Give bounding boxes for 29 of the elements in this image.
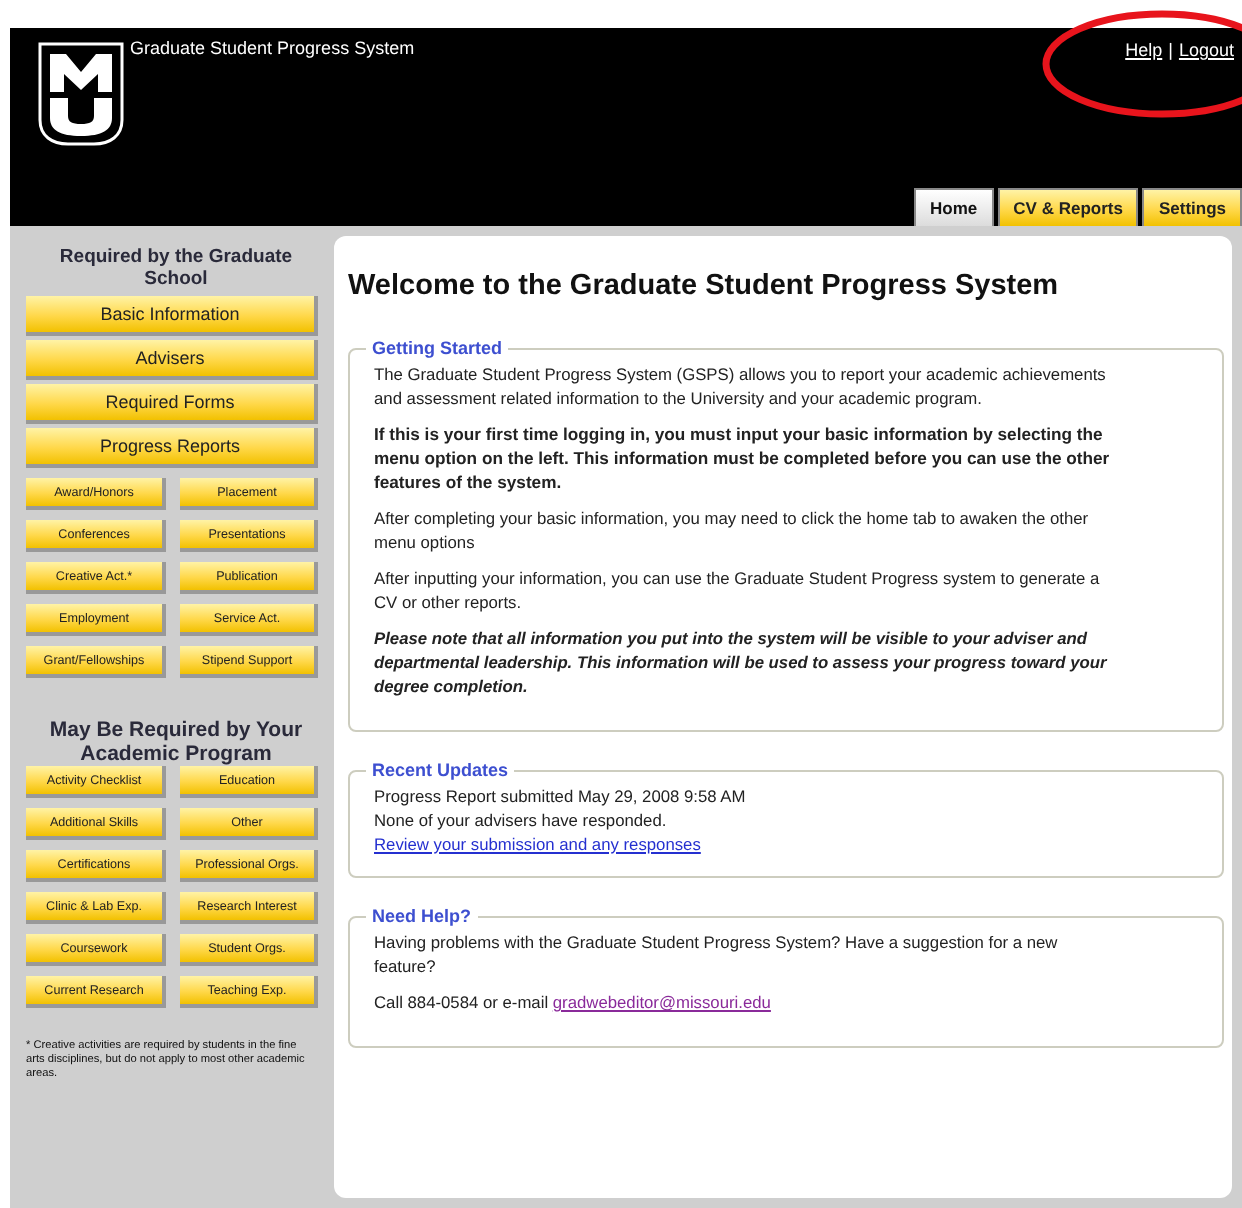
menu-button[interactable]: Advisers [26, 340, 318, 380]
paragraph: If this is your first time logging in, you must input your basic information by selecting the menu option on the left. This information must be completed before you can use the other features of the system. [374, 422, 1112, 494]
logout-link[interactable]: Logout [1178, 40, 1234, 60]
nav-tab[interactable]: Settings [1142, 188, 1242, 226]
paragraph: The Graduate Student Progress System (GSPS) allows you to report your academic achievements and assessment related information to the University and your academic program. [374, 362, 1108, 410]
section-heading: May Be Required by Your Academic Program [47, 718, 305, 766]
paragraph: Please note that all information you put into the system will be visible to your adviser and departmental leadership. This information will be used to assess your progress toward your degree completion. [374, 626, 1110, 698]
panel-title: Recent Updates [370, 760, 511, 780]
nav-tab[interactable]: Home [914, 188, 994, 226]
panel-title: Need Help? [370, 906, 474, 926]
review-link[interactable]: Review your submission and any responses [374, 834, 701, 854]
contact-text: Call 884-0584 or e-mail [374, 992, 549, 1012]
paragraph: After completing your basic information, you may need to click the home tab to awaken the other menu options [374, 506, 1091, 554]
nav-tab[interactable]: CV & Reports [997, 188, 1139, 226]
email-link[interactable]: gradwebeditor@missouri.edu [552, 992, 771, 1012]
update-text: None of your advisers have responded. [374, 808, 669, 832]
page-heading: Welcome to the Graduate Student Progress System [348, 270, 1059, 302]
panel-title: Getting Started [370, 338, 505, 358]
separator: | [1168, 40, 1173, 60]
menu-button[interactable]: Basic Information [26, 296, 318, 336]
help-link[interactable]: Help [1125, 40, 1163, 60]
section-heading: Required by the Graduate School [57, 246, 295, 290]
menu-button[interactable]: Required Forms [26, 384, 318, 424]
paragraph: After inputting your information, you can use the Graduate Student Progress system to generate a CV or other reports. [374, 566, 1102, 614]
paragraph: Having problems with the Graduate Student Progress System? Have a suggestion for a new feature? [374, 930, 1060, 978]
university-logo [34, 40, 128, 148]
app-title: Graduate Student Progress System [130, 38, 415, 58]
update-text: Progress Report submitted May 29, 2008 9:58 AM [374, 784, 748, 808]
menu-button[interactable]: Progress Reports [26, 428, 318, 468]
